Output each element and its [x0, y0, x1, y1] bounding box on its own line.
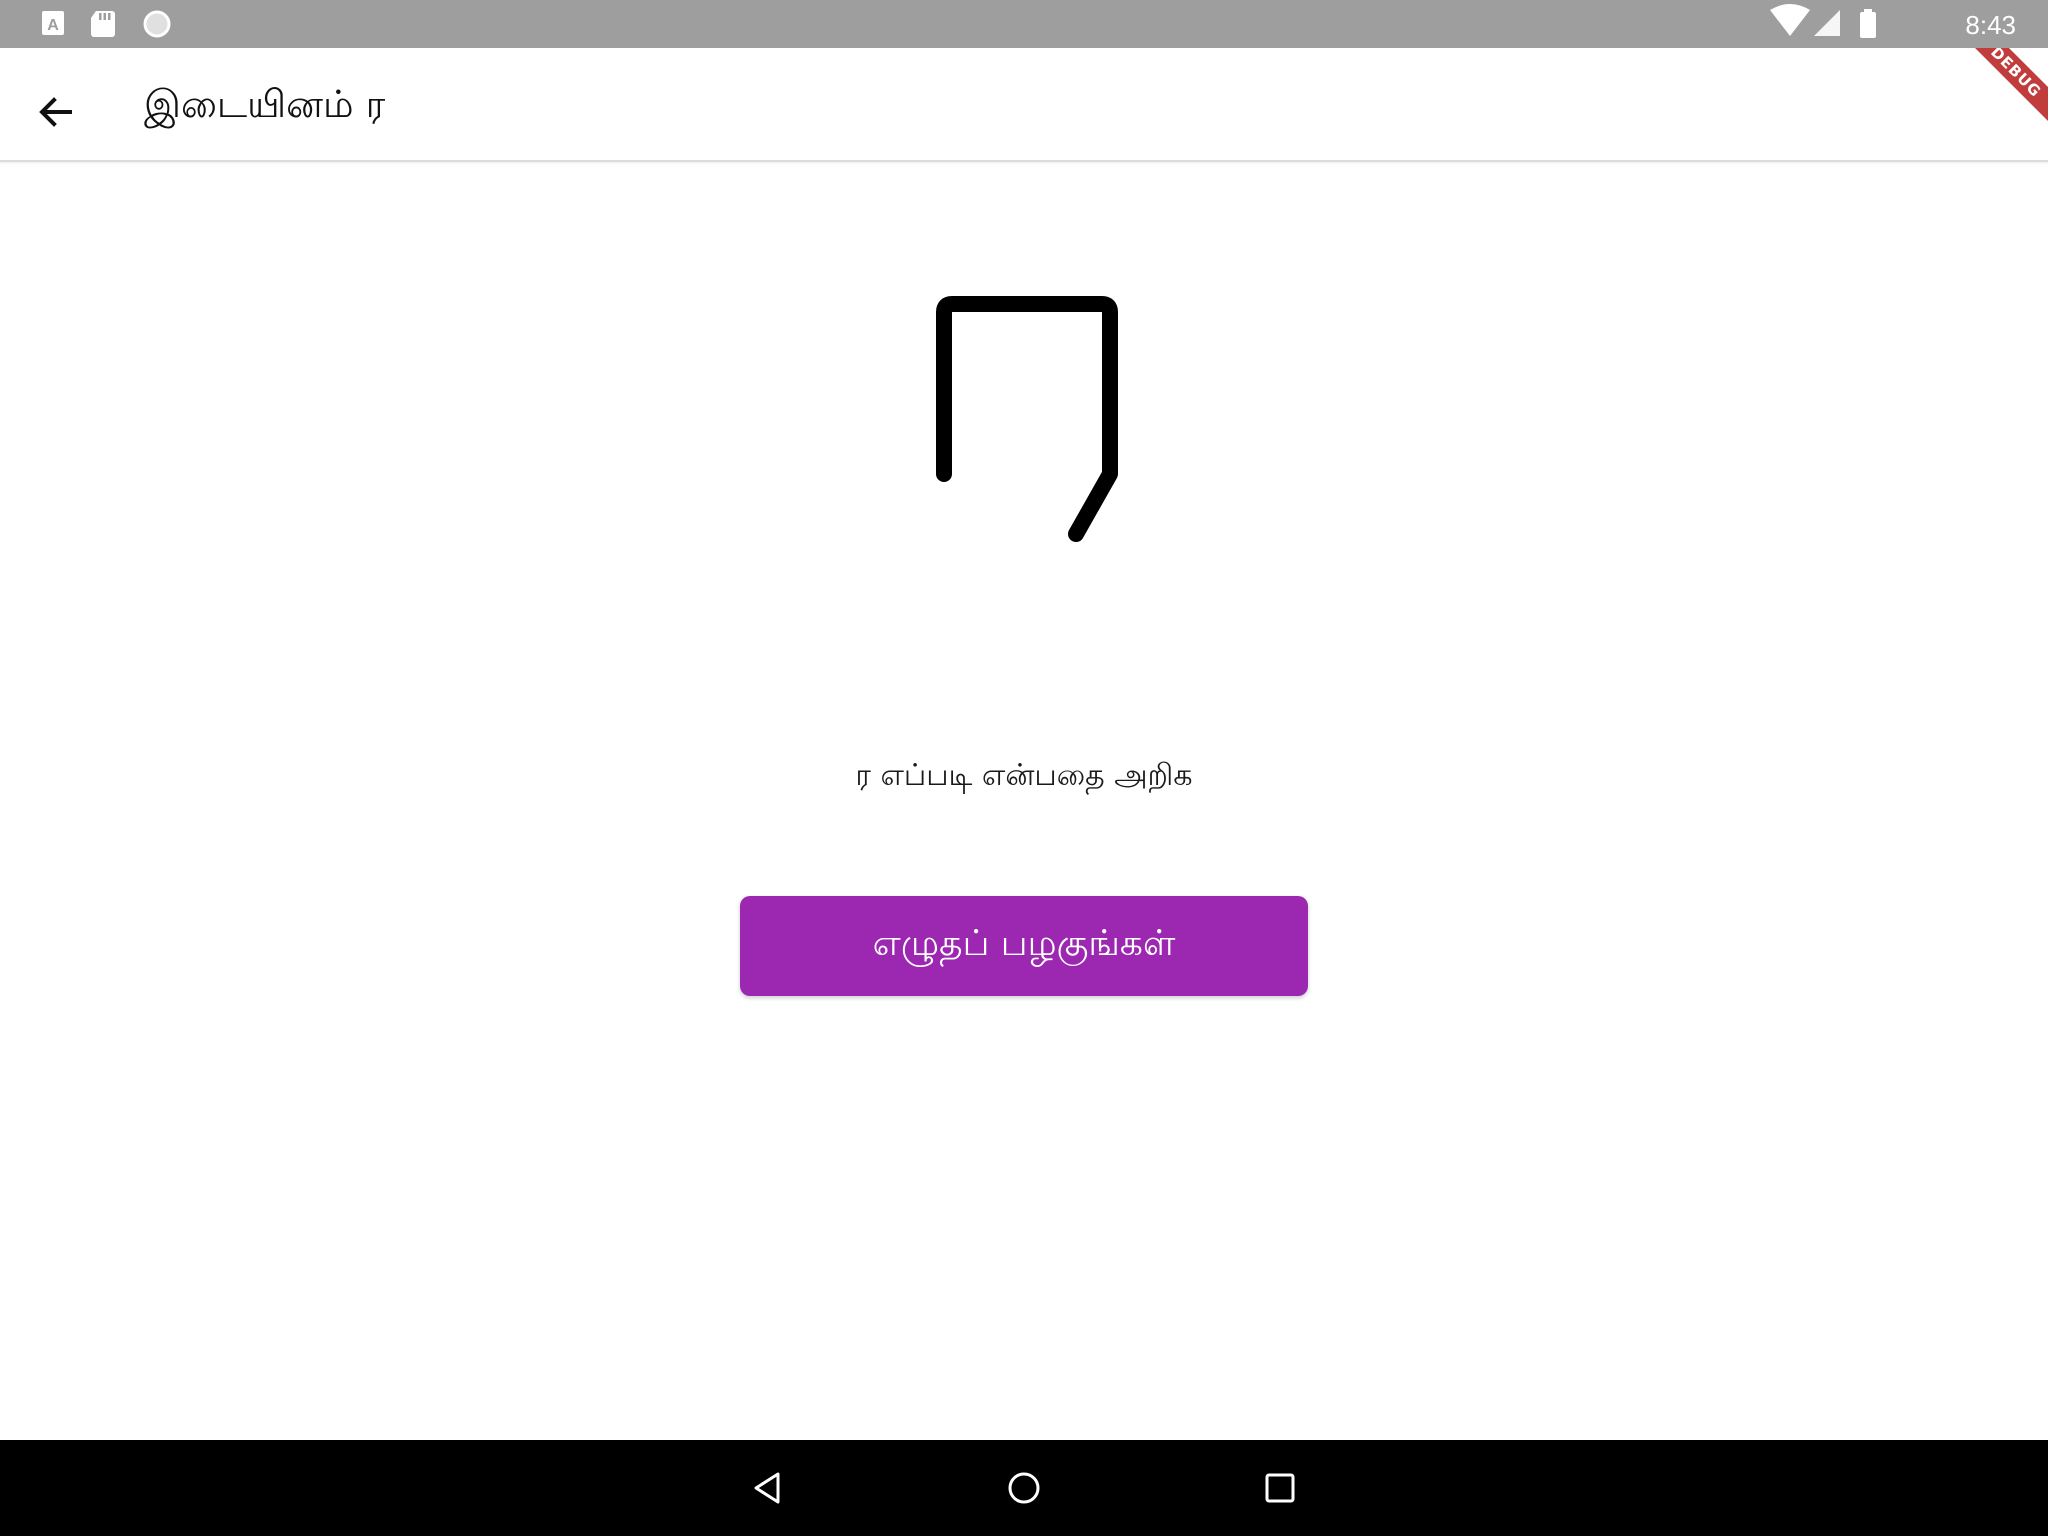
- debug-banner: DEBUG: [1968, 48, 2048, 128]
- circle-icon: [143, 10, 171, 38]
- status-bar: A 8:43: [0, 0, 2048, 48]
- status-time: 8:43: [1965, 10, 2016, 40]
- letter-drawing: [900, 280, 1140, 550]
- app-bar: இடையினம் ர: [0, 48, 2048, 162]
- status-left-icons: A: [40, 9, 180, 39]
- practice-writing-button-label: எழுதப் பழகுங்கள்: [872, 923, 1176, 964]
- nav-recents-button[interactable]: [1256, 1464, 1304, 1512]
- back-triangle-icon: [754, 1472, 780, 1504]
- home-circle-icon: [1008, 1472, 1040, 1504]
- svg-text:A: A: [47, 17, 59, 34]
- signal-icon: [1814, 10, 1840, 36]
- accessibility-font-icon: A: [42, 11, 64, 35]
- wifi-icon: [1770, 4, 1810, 36]
- arrow-left-icon: [39, 97, 72, 127]
- back-button[interactable]: [20, 76, 92, 148]
- instruction-text: ர எப்படி என்பதை அறிக: [855, 758, 1193, 793]
- battery-icon: [1860, 9, 1876, 38]
- debug-ribbon: DEBUG: [1968, 48, 2048, 128]
- nav-home-button[interactable]: [1000, 1464, 1048, 1512]
- nav-back-button[interactable]: [744, 1464, 792, 1512]
- practice-writing-button[interactable]: எழுதப் பழகுங்கள்: [740, 896, 1308, 996]
- recents-square-icon: [1265, 1473, 1295, 1503]
- sd-card-icon: [91, 11, 115, 37]
- system-nav-bar: [0, 1440, 2048, 1536]
- page-title: இடையினம் ர: [144, 82, 386, 126]
